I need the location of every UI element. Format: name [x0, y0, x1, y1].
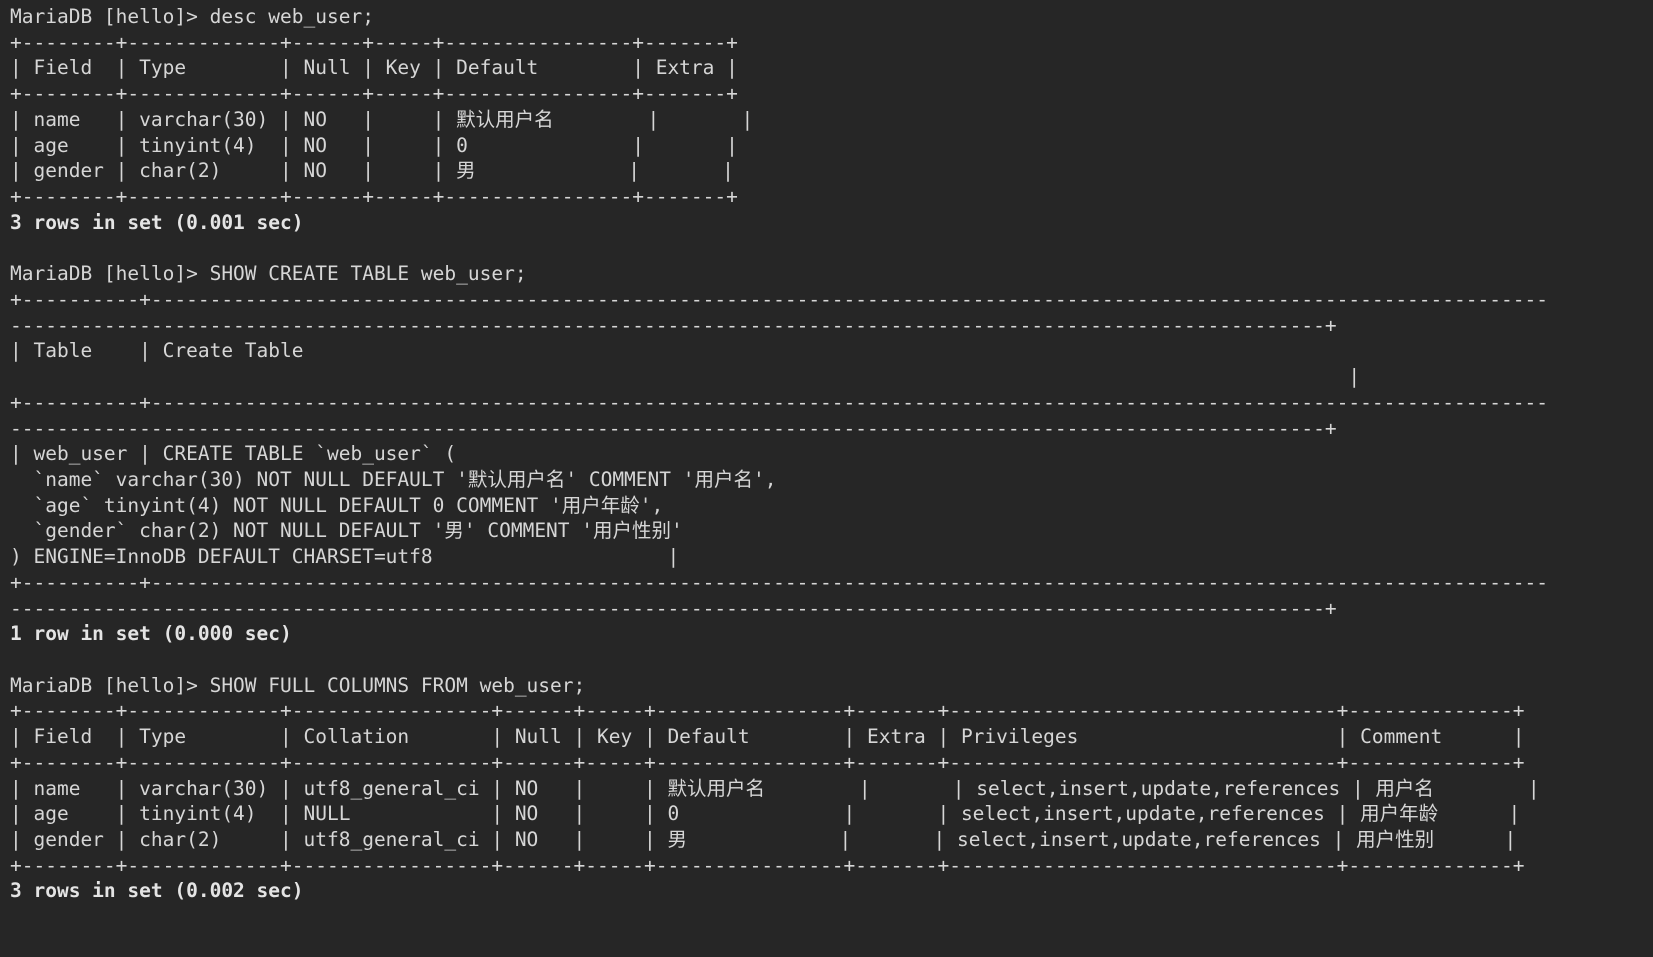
terminal-line-l05: | name | varchar(30) | NO | | 默认用户名 | | [10, 107, 754, 131]
terminal-line-l17: ----------------------------------------… [10, 416, 1337, 440]
terminal-line-l10 [10, 235, 1653, 261]
terminal-line-l06: | age | tinyint(4) | NO | | 0 | | [10, 133, 738, 157]
terminal-line-l33: | gender | char(2) | utf8_general_ci | N… [10, 828, 1517, 851]
terminal-line-l31: | name | varchar(30) | utf8_general_ci |… [10, 776, 1540, 800]
terminal-line-l03: | Field | Type | Null | Key | Default | … [10, 56, 738, 80]
terminal-line-l26 [10, 647, 1653, 673]
terminal-line-l07: | gender | char(2) | NO | | 男 | | [10, 159, 734, 183]
terminal-line-l09: 3 rows in set (0.001 sec) [10, 210, 304, 234]
terminal-line-l29: | Field | Type | Collation | Null | Key … [10, 725, 1525, 749]
terminal-line-l08: +--------+-------------+------+-----+---… [10, 185, 738, 209]
terminal-line-l11: MariaDB [hello]> SHOW CREATE TABLE web_u… [10, 262, 527, 286]
terminal-line-l18: | web_user | CREATE TABLE `web_user` ( [10, 442, 457, 466]
terminal-line-l20: `age` tinyint(4) NOT NULL DEFAULT 0 COMM… [10, 493, 664, 517]
terminal-output[interactable]: MariaDB [hello]> desc web_user; +--------… [0, 0, 1653, 957]
terminal-line-l27: MariaDB [hello]> SHOW FULL COLUMNS FROM … [10, 673, 586, 697]
terminal-line-l15: | [10, 365, 1361, 389]
terminal-line-l21: `gender` char(2) NOT NULL DEFAULT '男' CO… [10, 519, 683, 543]
terminal-line-l16: +----------+----------------------------… [10, 390, 1548, 414]
terminal-line-l32: | age | tinyint(4) | NULL | NO | | 0 | |… [10, 802, 1521, 826]
terminal-line-l34: +--------+-------------+----------------… [10, 853, 1525, 877]
terminal-line-l19: `name` varchar(30) NOT NULL DEFAULT '默认用… [10, 467, 777, 491]
terminal-line-l04: +--------+-------------+------+-----+---… [10, 82, 738, 106]
terminal-line-l01: MariaDB [hello]> desc web_user; [10, 5, 374, 28]
terminal-line-l13: ----------------------------------------… [10, 313, 1337, 337]
terminal-line-l30: +--------+-------------+----------------… [10, 750, 1525, 774]
terminal-line-l25: 1 row in set (0.000 sec) [10, 622, 292, 646]
terminal-line-l23: +----------+----------------------------… [10, 570, 1548, 594]
terminal-line-l35: 3 rows in set (0.002 sec) [10, 879, 304, 903]
terminal-line-l02: +--------+-------------+------+-----+---… [10, 30, 738, 54]
terminal-line-l14: | Table | Create Table [10, 339, 304, 363]
terminal-line-l24: ----------------------------------------… [10, 596, 1337, 620]
terminal-line-l22: ) ENGINE=InnoDB DEFAULT CHARSET=utf8 | [10, 545, 680, 569]
terminal-line-l12: +----------+----------------------------… [10, 287, 1548, 311]
terminal-line-l28: +--------+-------------+----------------… [10, 699, 1525, 723]
